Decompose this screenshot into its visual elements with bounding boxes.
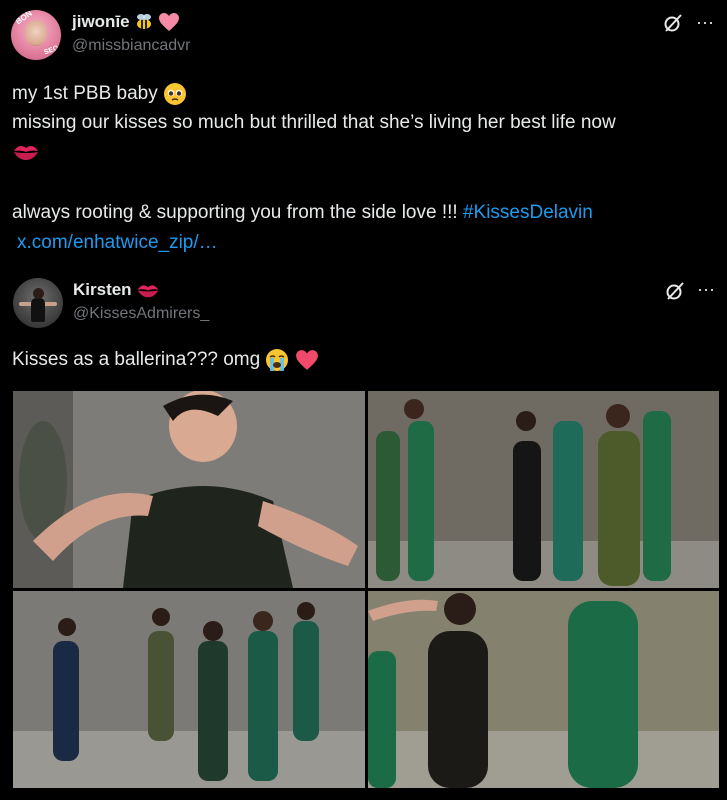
- photo-1[interactable]: [13, 391, 365, 588]
- avatar-head: [33, 288, 44, 299]
- quoted-author-name[interactable]: Kirsten: [73, 280, 132, 300]
- quoted-tweet-text: Kisses as a ballerina??? omg: [12, 345, 319, 374]
- grok-icon[interactable]: [665, 281, 685, 301]
- grok-icon[interactable]: [663, 13, 683, 33]
- more-icon[interactable]: ···: [697, 280, 715, 298]
- more-icon[interactable]: ···: [696, 13, 714, 31]
- bee-emoji-icon: [136, 14, 151, 29]
- avatar-face: [25, 20, 47, 46]
- quoted-tweet-text-body: Kisses as a ballerina??? omg: [12, 349, 261, 370]
- kiss-mark-emoji-icon: [137, 284, 158, 297]
- red-heart-icon: [295, 350, 318, 370]
- pleading-face-emoji-icon: [164, 82, 187, 105]
- avatar-label-bottom: SEO: [43, 44, 60, 57]
- photo-4[interactable]: [368, 591, 719, 788]
- avatar-body: [31, 298, 45, 322]
- quoted-author-name-row[interactable]: Kirsten: [73, 280, 160, 300]
- tweet-text-line-1-text: my 1st PBB baby: [12, 83, 158, 104]
- crying-face-emoji-icon: [266, 348, 289, 371]
- quoted-author-handle[interactable]: @KissesAdmirers_: [73, 305, 209, 323]
- tweet-text-line-3: always rooting & supporting you from the…: [12, 198, 593, 227]
- tweet-url-link[interactable]: x.com/enhatwice_zip/…: [17, 228, 218, 257]
- hashtag-link[interactable]: #KissesDelavin: [463, 202, 593, 223]
- author-name[interactable]: jiwonīe: [72, 12, 130, 32]
- photo-3[interactable]: [13, 591, 365, 788]
- tweet-text-line-2: missing our kisses so much but thrilled …: [12, 112, 616, 133]
- tweet-text-line-3-text: always rooting & supporting you from the…: [12, 202, 463, 223]
- tweet-text-line-1: my 1st PBB baby: [12, 79, 187, 108]
- avatar[interactable]: BON SEO: [11, 10, 61, 60]
- quoted-avatar[interactable]: [13, 278, 63, 328]
- kiss-mark-emoji-icon: [14, 146, 38, 160]
- pink-heart-icon: [158, 13, 179, 31]
- photo-2[interactable]: [368, 391, 719, 588]
- author-handle[interactable]: @missbiancadvr: [72, 37, 191, 55]
- author-name-row[interactable]: jiwonīe: [72, 12, 180, 32]
